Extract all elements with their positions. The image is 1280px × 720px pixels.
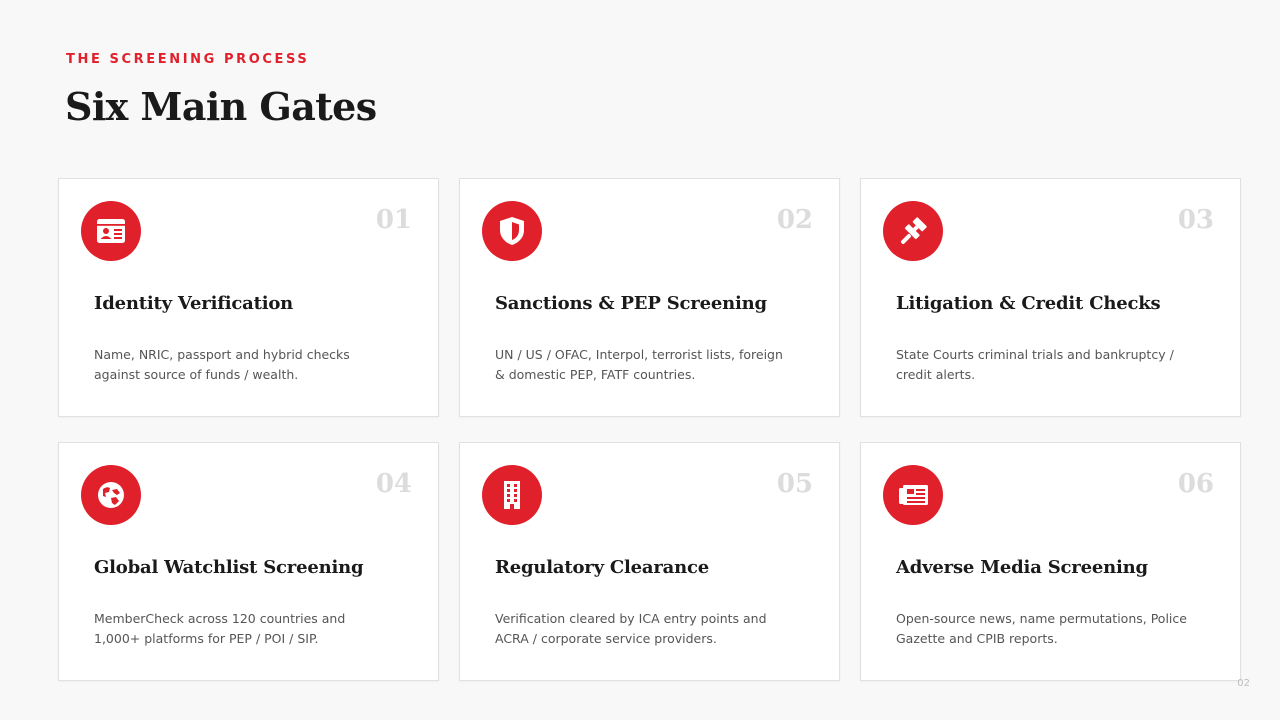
gate-number: 04 bbox=[375, 469, 412, 499]
gate-title: Sanctions & PEP Screening bbox=[495, 293, 767, 314]
gate-number: 03 bbox=[1177, 205, 1214, 235]
section-eyebrow: THE SCREENING PROCESS bbox=[66, 52, 310, 67]
newspaper-icon bbox=[883, 465, 943, 525]
gate-card-global-watchlist: 04 Global Watchlist Screening MemberChec… bbox=[58, 442, 439, 681]
gates-grid: 01 Identity Verification Name, NRIC, pas… bbox=[58, 178, 1243, 684]
gate-description: MemberCheck across 120 countries and 1,0… bbox=[94, 611, 346, 646]
gate-title: Regulatory Clearance bbox=[495, 557, 710, 578]
gate-title: Global Watchlist Screening bbox=[94, 557, 364, 578]
id-card-icon bbox=[81, 201, 141, 261]
shield-icon bbox=[482, 201, 542, 261]
gate-card-sanctions-pep: 02 Sanctions & PEP Screening UN / US / O… bbox=[459, 178, 840, 417]
gate-number: 01 bbox=[375, 205, 412, 235]
gate-title: Adverse Media Screening bbox=[896, 557, 1148, 578]
gate-description: State Courts criminal trials and bankrup… bbox=[896, 347, 1174, 382]
gate-number: 05 bbox=[776, 469, 813, 499]
gate-description: Name, NRIC, passport and hybrid checks a… bbox=[94, 347, 350, 382]
gate-description: Open-source news, name permutations, Pol… bbox=[896, 611, 1187, 646]
globe-icon bbox=[81, 465, 141, 525]
gate-number: 06 bbox=[1177, 469, 1214, 499]
page-title: Six Main Gates bbox=[65, 84, 377, 129]
page-number: 02 bbox=[1237, 678, 1250, 689]
gate-description: Verification cleared by ICA entry points… bbox=[495, 611, 767, 646]
gate-card-litigation-credit: 03 Litigation & Credit Checks State Cour… bbox=[860, 178, 1241, 417]
gate-number: 02 bbox=[776, 205, 813, 235]
gavel-icon bbox=[883, 201, 943, 261]
gate-title: Litigation & Credit Checks bbox=[896, 293, 1161, 314]
building-icon bbox=[482, 465, 542, 525]
gate-title: Identity Verification bbox=[94, 293, 294, 314]
gate-card-adverse-media: 06 Adverse Media Screening Open-source n… bbox=[860, 442, 1241, 681]
gate-description: UN / US / OFAC, Interpol, terrorist list… bbox=[495, 347, 783, 382]
gate-card-regulatory-clearance: 05 Regulatory Clearance Verification cle… bbox=[459, 442, 840, 681]
gate-card-identity-verification: 01 Identity Verification Name, NRIC, pas… bbox=[58, 178, 439, 417]
